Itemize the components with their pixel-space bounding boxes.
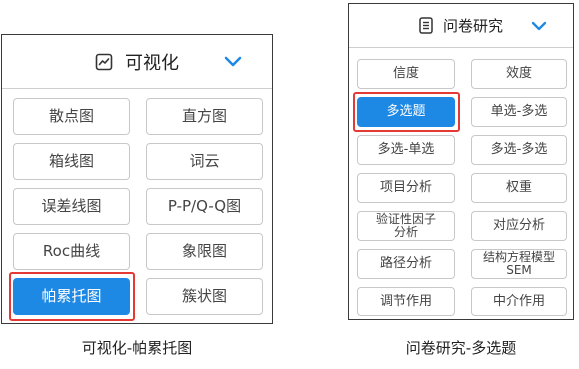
visualization-panel-header[interactable]: 可视化 (2, 35, 272, 89)
word-cloud-button[interactable]: 词云 (146, 143, 263, 180)
left-caption: 可视化-帕累托图 (81, 339, 193, 357)
button-label-line: 分析 (393, 225, 418, 239)
panel-title: 可视化 (125, 52, 179, 74)
roc-curve-button[interactable]: Roc曲线 (13, 233, 130, 270)
weight-button[interactable]: 权重 (471, 173, 567, 203)
item-analysis-button[interactable]: 项目分析 (357, 173, 455, 203)
cfa-button[interactable]: 验证性因子 分析 (357, 211, 455, 241)
right-caption: 问卷研究-多选题 (405, 339, 517, 357)
histogram-button[interactable]: 直方图 (146, 98, 263, 135)
visualization-panel: 可视化 散点图 直方图 箱线图 词云 误差线图 P-P/Q-Q图 Roc曲线 象… (1, 34, 273, 324)
chevron-down-icon[interactable] (531, 21, 547, 31)
sem-button[interactable]: 结构方程模型 SEM (471, 249, 567, 279)
pp-qq-plot-button[interactable]: P-P/Q-Q图 (146, 188, 263, 225)
button-label-line: SEM (506, 263, 532, 277)
moderation-button[interactable]: 调节作用 (357, 287, 455, 316)
validity-button[interactable]: 效度 (471, 59, 567, 89)
pareto-chart-button[interactable]: 帕累托图 (13, 278, 130, 315)
single-multi-button[interactable]: 单选-多选 (471, 97, 567, 127)
scatter-plot-button[interactable]: 散点图 (13, 98, 130, 135)
clustered-chart-button[interactable]: 簇状图 (146, 278, 263, 315)
reliability-button[interactable]: 信度 (357, 59, 455, 89)
questionnaire-panel: 问卷研究 信度 效度 多选题 单选-多选 多选-单选 多选-多选 项目分析 权重… (348, 3, 574, 320)
multi-multi-button[interactable]: 多选-多选 (471, 135, 567, 165)
error-bar-chart-button[interactable]: 误差线图 (13, 188, 130, 225)
correspondence-analysis-button[interactable]: 对应分析 (471, 211, 567, 241)
chevron-down-icon[interactable] (224, 56, 242, 68)
quadrant-chart-button[interactable]: 象限图 (146, 233, 263, 270)
path-analysis-button[interactable]: 路径分析 (357, 249, 455, 279)
panel-title: 问卷研究 (442, 17, 503, 35)
line-chart-icon (95, 53, 113, 71)
mediation-button[interactable]: 中介作用 (471, 287, 567, 316)
multiple-choice-button[interactable]: 多选题 (357, 97, 455, 127)
document-icon (419, 17, 433, 34)
boxplot-button[interactable]: 箱线图 (13, 143, 130, 180)
questionnaire-panel-header[interactable]: 问卷研究 (349, 4, 573, 48)
multi-single-button[interactable]: 多选-单选 (357, 135, 455, 165)
